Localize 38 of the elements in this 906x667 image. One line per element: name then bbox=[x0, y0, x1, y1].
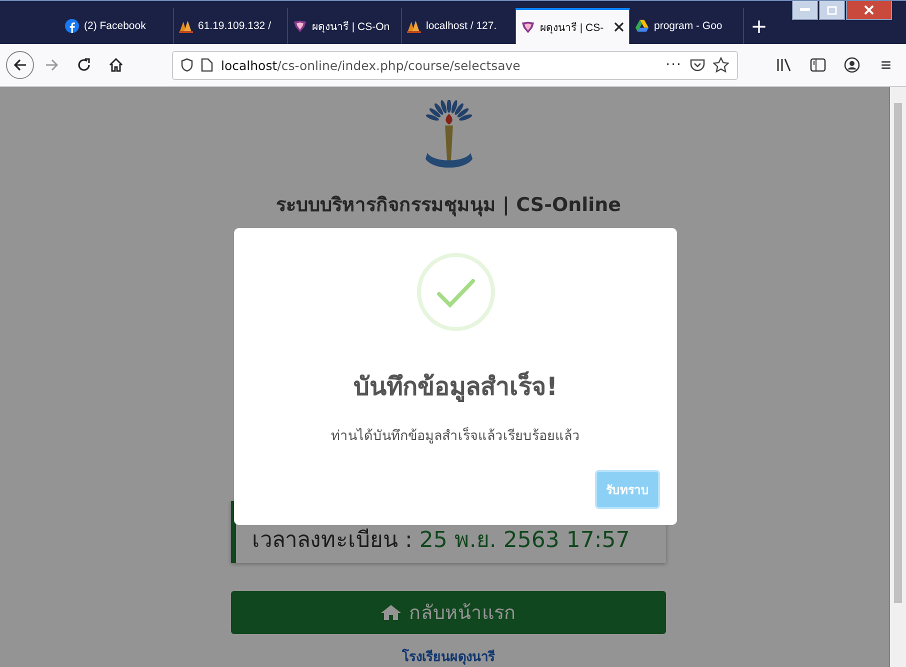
maximize-icon bbox=[827, 6, 837, 14]
url-host: localhost bbox=[221, 58, 278, 72]
sail-icon bbox=[407, 19, 421, 33]
shield-icon bbox=[293, 19, 307, 33]
back-button[interactable] bbox=[6, 51, 34, 79]
drive-icon bbox=[635, 19, 649, 33]
home-icon bbox=[381, 604, 401, 620]
pocket-icon[interactable] bbox=[690, 58, 705, 72]
dialog-message: ท่านได้บันทึกข้อมูลสำเร็จแล้วเรียบร้อยแล้ว bbox=[331, 426, 580, 446]
maximize-button[interactable] bbox=[819, 1, 845, 20]
menu-button[interactable]: ≡ bbox=[872, 51, 900, 79]
more-actions-button[interactable]: ··· bbox=[666, 57, 682, 73]
school-link[interactable]: โรงเรียนผดุงนารี bbox=[402, 646, 495, 667]
sail-icon bbox=[179, 19, 193, 33]
browser-tab[interactable]: ผดุงนารี | CS- bbox=[516, 8, 630, 44]
close-icon[interactable] bbox=[614, 22, 624, 32]
close-button[interactable] bbox=[846, 1, 892, 20]
reload-icon[interactable] bbox=[76, 57, 92, 73]
page-title: ระบบบริหารกิจกรรมชุมนุม | CS-Online bbox=[276, 192, 622, 218]
new-tab-button[interactable]: + bbox=[744, 8, 774, 44]
registration-time-label: เวลาลงทะเบียน : bbox=[252, 528, 414, 553]
close-icon bbox=[864, 5, 874, 15]
minimize-icon bbox=[800, 8, 810, 12]
facebook-icon bbox=[65, 19, 79, 33]
url-path: /cs-online/index.php/course/selectsave bbox=[277, 58, 522, 72]
page-icon bbox=[201, 58, 213, 72]
arrow-left-icon bbox=[12, 57, 28, 73]
check-icon bbox=[416, 252, 496, 332]
shield-icon bbox=[521, 20, 535, 34]
shield-icon bbox=[181, 58, 193, 72]
dialog-title: บันทึกข้อมูลสำเร็จ! bbox=[353, 370, 558, 404]
star-icon[interactable] bbox=[713, 57, 729, 73]
forward-icon[interactable] bbox=[44, 57, 60, 73]
address-bar[interactable]: localhost/cs-online/index.php/course/selectsave ··· bbox=[172, 50, 738, 80]
home-button[interactable]: กลับหน้าแรก bbox=[231, 590, 666, 634]
home-icon[interactable] bbox=[108, 57, 124, 73]
registration-time-value: 25 พ.ย. 2563 17:57 bbox=[419, 528, 630, 553]
minimize-button[interactable] bbox=[792, 1, 818, 20]
